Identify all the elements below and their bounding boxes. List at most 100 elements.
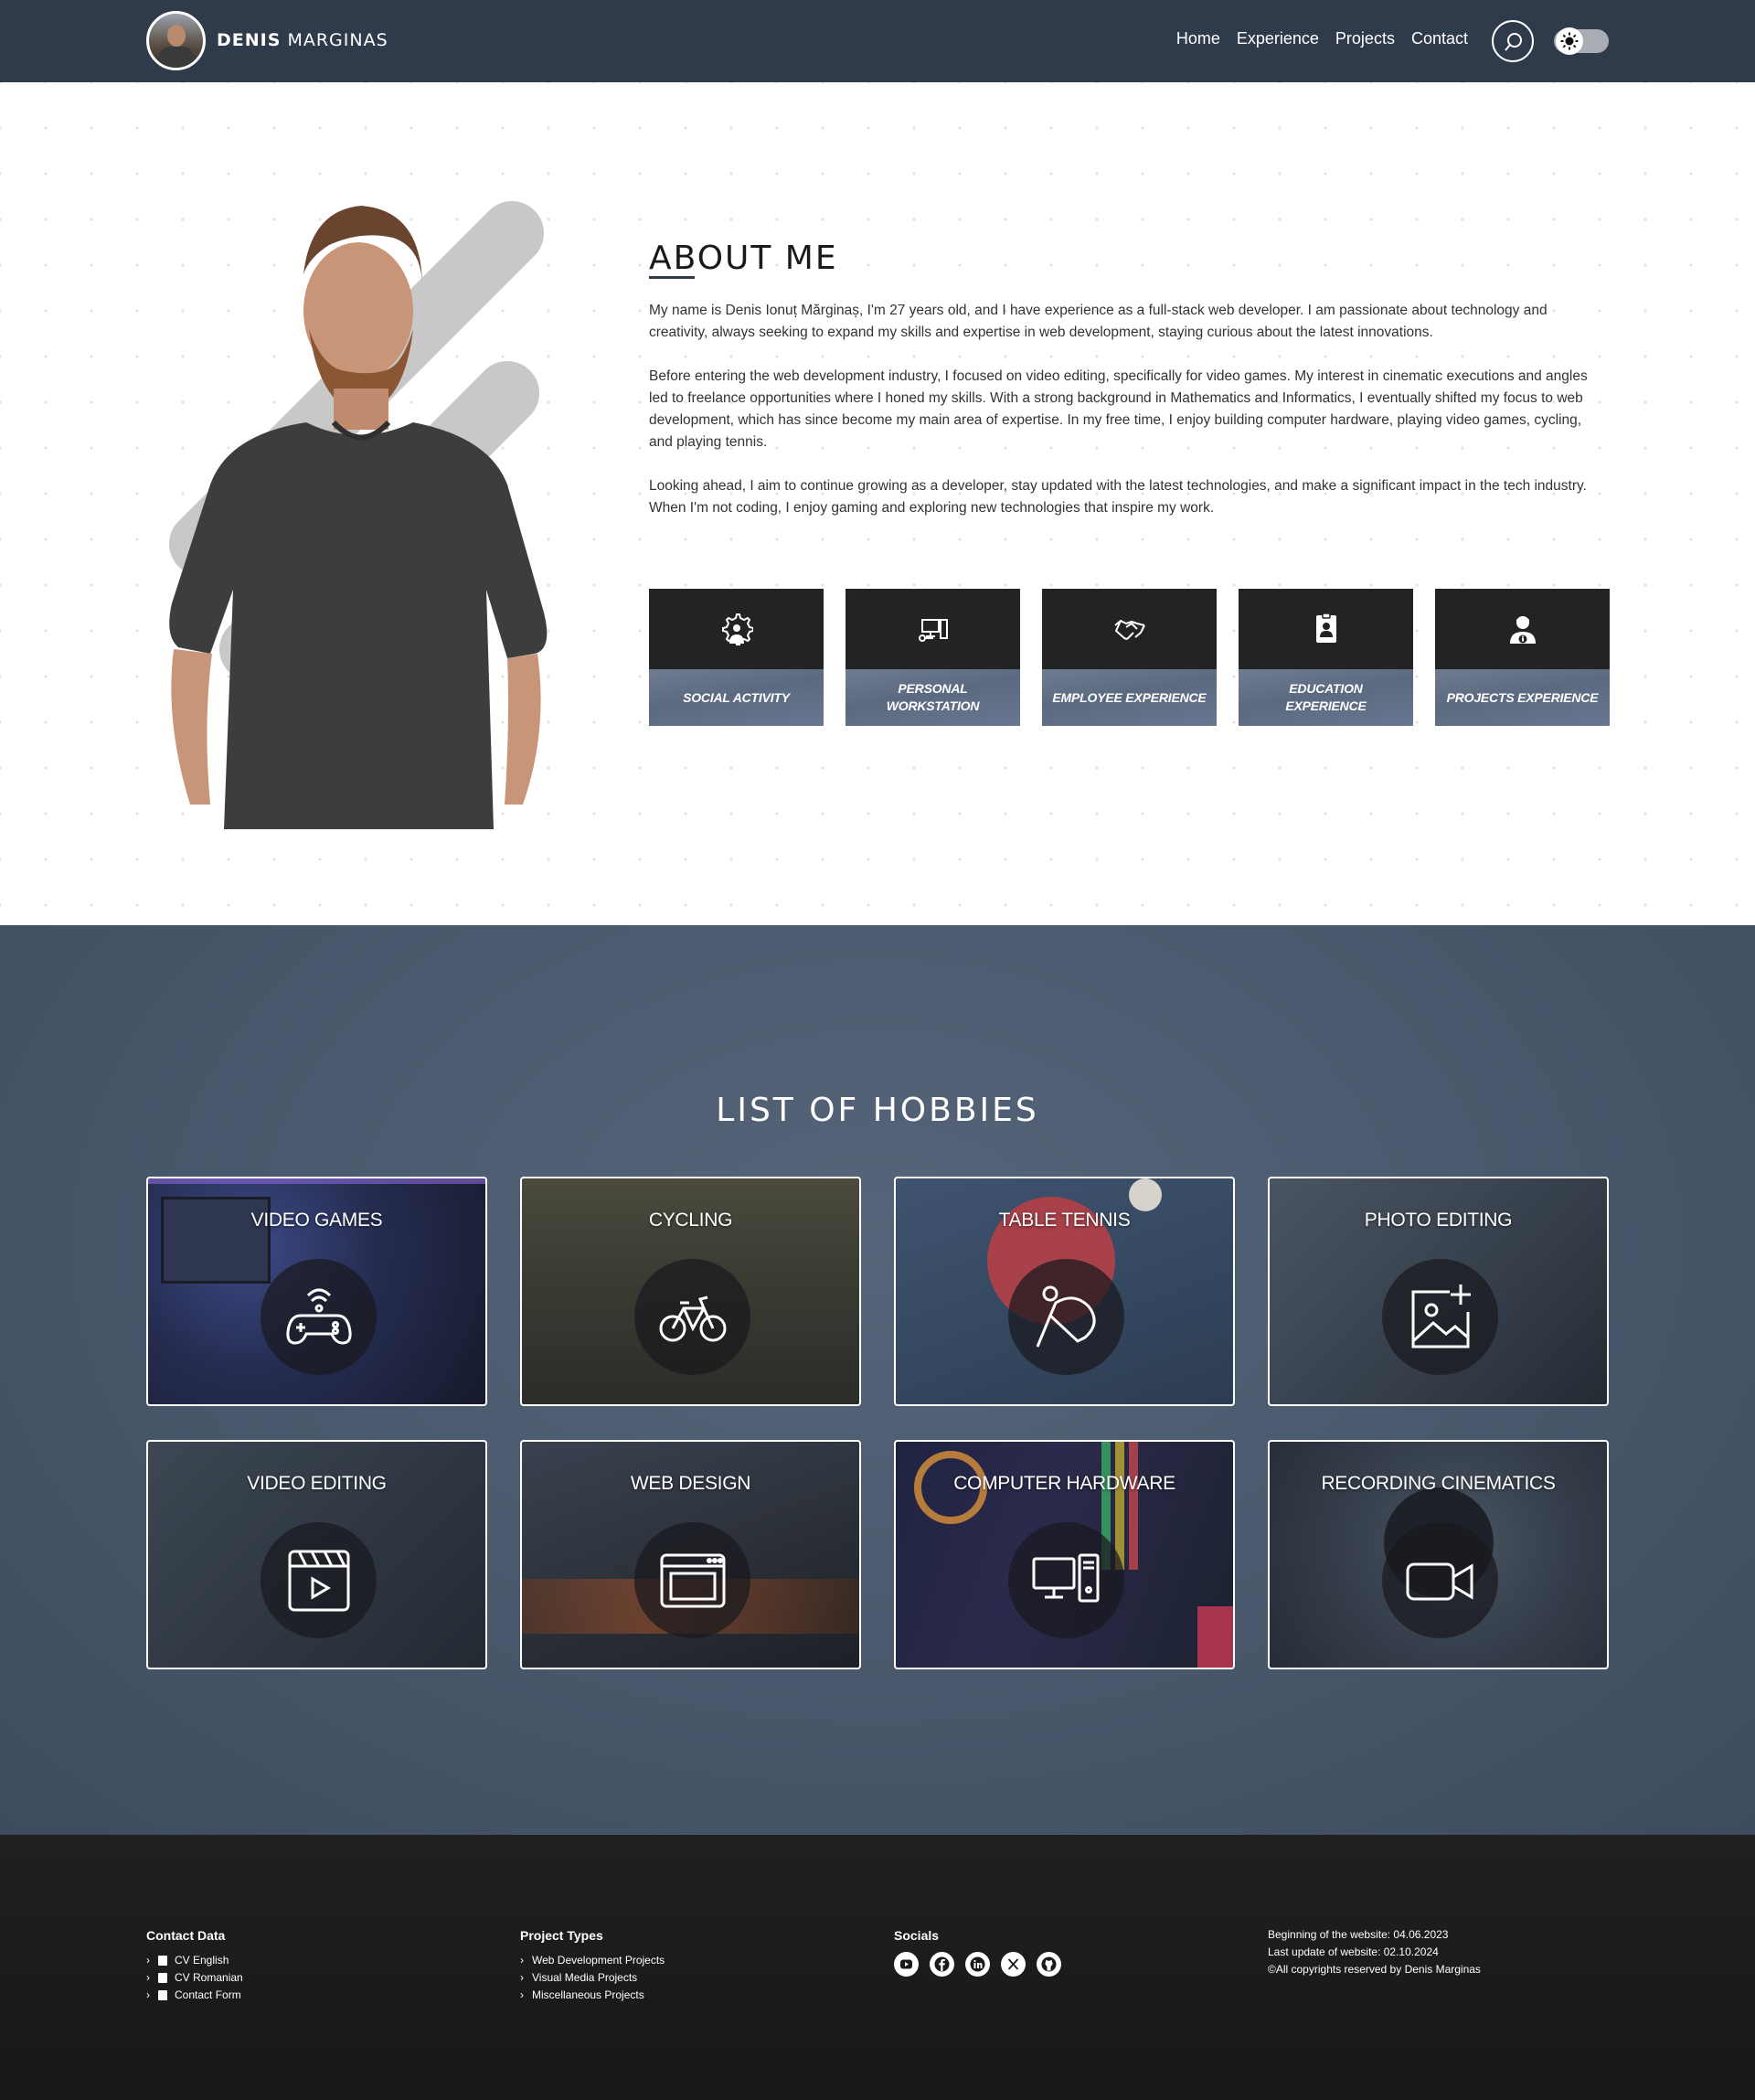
- facebook-link[interactable]: [930, 1952, 954, 1977]
- footer-link-web-dev[interactable]: › Web Development Projects: [520, 1952, 665, 1969]
- portrait-image: [169, 201, 548, 829]
- search-icon: [1505, 33, 1522, 51]
- hobby-label: Table Tennis: [998, 1210, 1131, 1231]
- footer-link-label: Contact Form: [175, 1988, 241, 2001]
- footer-projects: Project Types › Web Development Projects …: [520, 1928, 665, 2004]
- footer-contact-title: Contact Data: [146, 1928, 226, 1943]
- brand-name[interactable]: Denis Marginas: [217, 30, 388, 50]
- hobby-label: Recording Cinematics: [1321, 1473, 1556, 1494]
- hobby-card-recording-cinematics[interactable]: Recording Cinematics: [1268, 1440, 1609, 1669]
- hobby-label: Web Design: [630, 1473, 751, 1494]
- hobby-card-table-tennis[interactable]: Table Tennis: [894, 1177, 1235, 1406]
- nav-link-contact[interactable]: Contact: [1411, 29, 1468, 48]
- bicycle-icon: [659, 1295, 727, 1342]
- chevron-right-icon: ›: [520, 1988, 524, 2001]
- footer-link-visual-media[interactable]: › Visual Media Projects: [520, 1969, 665, 1987]
- hobby-card-cycling[interactable]: Cycling: [520, 1177, 861, 1406]
- nav-link-experience[interactable]: Experience: [1237, 29, 1319, 48]
- footer-link-label: Web Development Projects: [532, 1954, 665, 1967]
- card-label: Personal Workstation: [886, 681, 980, 713]
- nav-link-projects[interactable]: Projects: [1335, 29, 1395, 48]
- nav-link-home[interactable]: Home: [1176, 29, 1220, 48]
- footer-link-cv-english[interactable]: › CV English: [146, 1952, 243, 1969]
- about-section: ABOUT ME My name is Denis Ionuț Mărginaș…: [0, 82, 1755, 925]
- hobby-label: Video Editing: [247, 1473, 387, 1494]
- footer-projects-title: Project Types: [520, 1928, 603, 1943]
- form-icon: [158, 1990, 167, 2000]
- footer-link-label: Visual Media Projects: [532, 1971, 638, 1984]
- footer-info: Beginning of the website: 04.06.2023 Las…: [1268, 1926, 1481, 1978]
- footer-link-misc[interactable]: › Miscellaneous Projects: [520, 1987, 665, 2004]
- github-icon: [1041, 1956, 1057, 1972]
- brand-first-name: Denis: [217, 30, 282, 50]
- id-badge-icon: [1316, 613, 1336, 643]
- card-label: Social Activity: [683, 689, 790, 705]
- footer-link-cv-romanian[interactable]: › CV Romanian: [146, 1969, 243, 1987]
- hobby-card-video-editing[interactable]: Video Editing: [146, 1440, 487, 1669]
- linkedin-icon: [970, 1956, 985, 1972]
- chevron-right-icon: ›: [146, 1988, 150, 2001]
- clapperboard-icon: [288, 1550, 350, 1612]
- x-link[interactable]: [1001, 1952, 1026, 1977]
- video-camera-icon: [1406, 1562, 1473, 1601]
- youtube-icon: [900, 1959, 912, 1969]
- hobby-label: Video Games: [250, 1210, 383, 1231]
- card-education-experience[interactable]: Education Experience: [1239, 589, 1413, 726]
- hobby-label: Computer Hardware: [953, 1473, 1175, 1494]
- linkedin-link[interactable]: [965, 1952, 990, 1977]
- facebook-icon: [934, 1956, 950, 1972]
- hobbies-section: LIST OF HOBBIES Video Games Cycling Tabl…: [0, 925, 1755, 1835]
- nav-links: Home Experience Projects Contact: [1176, 29, 1468, 48]
- footer-link-label: CV English: [175, 1954, 229, 1967]
- x-icon: [1007, 1958, 1019, 1970]
- footer-link-label: CV Romanian: [175, 1971, 243, 1984]
- gear-person-icon: [722, 613, 753, 645]
- handshake-icon: [1114, 620, 1145, 640]
- about-paragraph-2: Before entering the web development indu…: [649, 368, 1588, 450]
- sun-icon: [1560, 32, 1579, 50]
- image-add-icon: [1411, 1285, 1471, 1348]
- footer-link-contact-form[interactable]: › Contact Form: [146, 1987, 243, 2004]
- footer-contact: Contact Data › CV English › CV Romanian › C…: [146, 1928, 243, 2004]
- card-personal-workstation[interactable]: Personal Workstation: [846, 589, 1020, 726]
- theme-toggle[interactable]: [1554, 27, 1609, 55]
- about-cards: Social Activity Personal Workstation Emp…: [649, 589, 1610, 726]
- document-icon: [158, 1973, 167, 1983]
- search-button[interactable]: [1492, 20, 1534, 62]
- navbar: Denis Marginas Home Experience Projects …: [0, 0, 1755, 82]
- user-info-icon: [1510, 616, 1536, 644]
- footer-socials: Socials: [894, 1928, 1061, 1977]
- brand-last-name: Marginas: [287, 30, 388, 50]
- chevron-right-icon: ›: [520, 1954, 524, 1967]
- about-text: My name is Denis Ionuț Mărginaș, I'm 27 …: [649, 300, 1604, 541]
- chevron-right-icon: ›: [520, 1971, 524, 1984]
- hobby-card-web-design[interactable]: Web Design: [520, 1440, 861, 1669]
- hobby-card-photo-editing[interactable]: Photo Editing: [1268, 1177, 1609, 1406]
- card-label: Education Experience: [1285, 681, 1367, 713]
- about-paragraph-1: My name is Denis Ionuț Mărginaș, I'm 27 …: [649, 303, 1548, 340]
- footer-begin-date: Beginning of the website: 04.06.2023: [1268, 1928, 1449, 1941]
- about-title: ABOUT ME: [649, 240, 838, 277]
- chevron-right-icon: ›: [146, 1971, 150, 1984]
- hobby-card-computer-hardware[interactable]: Computer Hardware: [894, 1440, 1235, 1669]
- browser-window-icon: [660, 1553, 726, 1608]
- workstation-icon: [919, 619, 948, 642]
- hobby-label: Cycling: [648, 1210, 733, 1231]
- footer-link-label: Miscellaneous Projects: [532, 1988, 644, 2001]
- hobby-card-video-games[interactable]: Video Games: [146, 1177, 487, 1406]
- document-icon: [158, 1956, 167, 1966]
- card-projects-experience[interactable]: Projects Experience: [1435, 589, 1610, 726]
- card-social-activity[interactable]: Social Activity: [649, 589, 824, 726]
- footer-socials-title: Socials: [894, 1928, 940, 1943]
- card-label: Employee Experience: [1052, 689, 1207, 705]
- avatar[interactable]: [146, 11, 206, 70]
- github-link[interactable]: [1037, 1952, 1061, 1977]
- hobbies-title: LIST OF HOBBIES: [716, 1092, 1039, 1129]
- hobby-label: Photo Editing: [1364, 1210, 1513, 1231]
- gamepad-icon: [286, 1288, 352, 1345]
- card-label: Projects Experience: [1446, 689, 1599, 705]
- card-employee-experience[interactable]: Employee Experience: [1042, 589, 1217, 726]
- title-underline: [649, 276, 695, 279]
- footer: Contact Data › CV English › CV Romanian › C…: [0, 1835, 1755, 2100]
- youtube-link[interactable]: [894, 1952, 919, 1977]
